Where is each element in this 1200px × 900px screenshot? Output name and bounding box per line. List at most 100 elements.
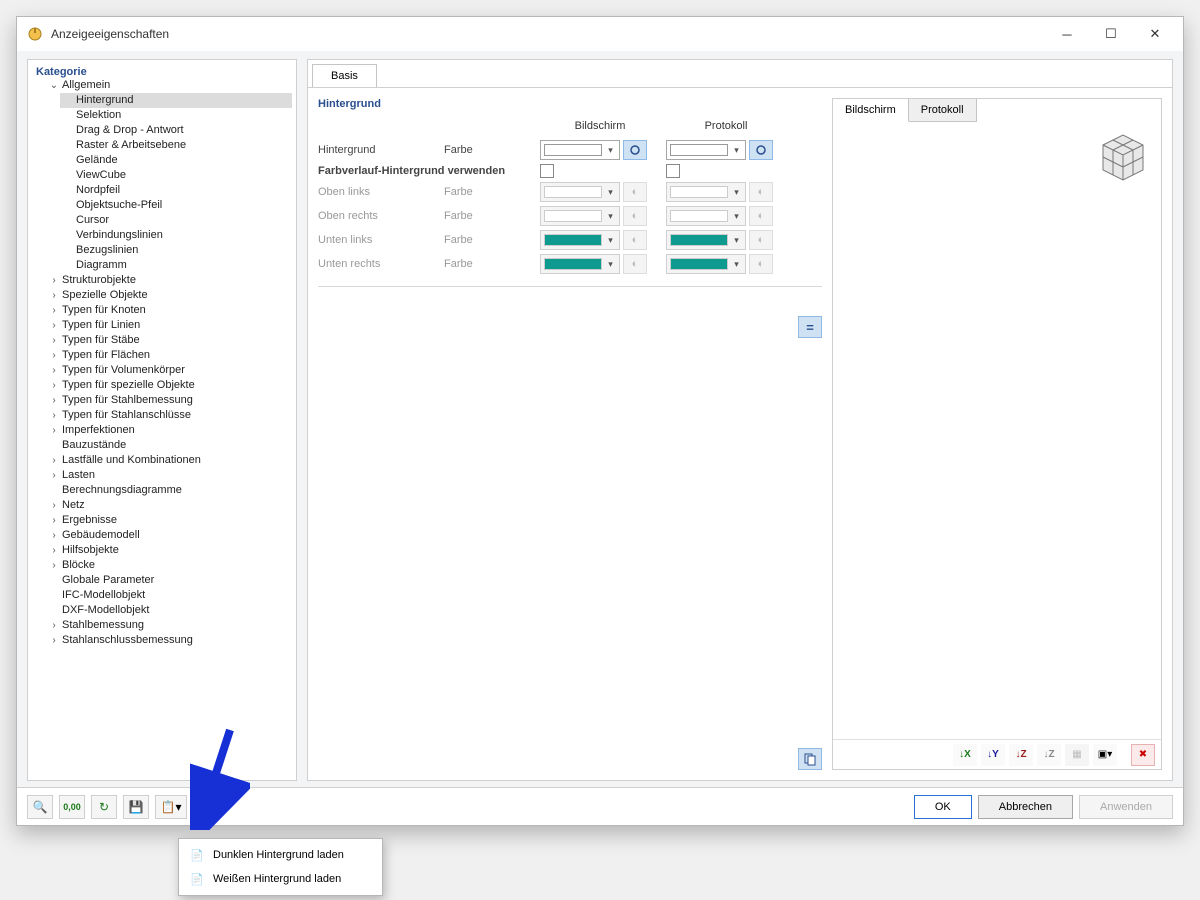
preset-light-item[interactable]: 📄 Weißen Hintergrund laden — [179, 867, 382, 891]
hintergrund-protokoll-color[interactable]: ▾ — [666, 140, 746, 160]
tree-item-allgemein[interactable]: ⌄Allgemein — [46, 78, 292, 93]
tree-item-objektsuche[interactable]: Objektsuche-Pfeil — [60, 198, 292, 213]
row-hintergrund-label: Hintergrund — [318, 144, 438, 156]
tree-item-lastfaelle[interactable]: ›Lastfälle und Kombinationen — [46, 453, 292, 468]
hintergrund-bildschirm-color[interactable]: ▾ — [540, 140, 620, 160]
tree-item-nordpfeil[interactable]: Nordpfeil — [60, 183, 292, 198]
document-icon: 📄 — [189, 847, 205, 863]
minimize-button[interactable]: ─ — [1045, 19, 1089, 49]
tree-item-dxf[interactable]: DXF-Modellobjekt — [46, 603, 292, 618]
tree-item-bloecke[interactable]: ›Blöcke — [46, 558, 292, 573]
titlebar: Anzeigeeigenschaften ─ ☐ ✕ — [17, 17, 1183, 51]
tree-item-typen-flaechen[interactable]: ›Typen für Flächen — [46, 348, 292, 363]
category-tree[interactable]: ⌄Allgemein Hintergrund Selektion Drag & … — [28, 78, 296, 780]
maximize-button[interactable]: ☐ — [1089, 19, 1133, 49]
tree-item-hilfsobjekte[interactable]: ›Hilfsobjekte — [46, 543, 292, 558]
tree-item-typen-volumen[interactable]: ›Typen für Volumenkörper — [46, 363, 292, 378]
farbverlauf-bildschirm-check[interactable] — [540, 164, 554, 178]
tree-item-hintergrund[interactable]: Hintergrund — [60, 93, 292, 108]
tree-item-stahlbemessung[interactable]: ›Stahlbemessung — [46, 618, 292, 633]
tree-item-selektion[interactable]: Selektion — [60, 108, 292, 123]
close-button[interactable]: ✕ — [1133, 19, 1177, 49]
tree-item-cursor[interactable]: Cursor — [60, 213, 292, 228]
unten-rechts-bildschirm-color: ▾ — [540, 254, 620, 274]
dialog-content: Kategorie ⌄Allgemein Hintergrund Selekti… — [17, 51, 1183, 787]
tree-item-viewcube[interactable]: ViewCube — [60, 168, 292, 183]
tree-item-raster[interactable]: Raster & Arbeitsebene — [60, 138, 292, 153]
copy-settings-button[interactable] — [798, 748, 822, 770]
save-tool-icon[interactable]: 💾 — [123, 795, 149, 819]
oben-rechts-protokoll-color: ▾ — [666, 206, 746, 226]
tree-item-verbindungslinien[interactable]: Verbindungslinien — [60, 228, 292, 243]
picker-icon: ◐ — [623, 254, 647, 274]
picker-icon: ◐ — [623, 182, 647, 202]
row-oben-links-label: Oben links — [318, 186, 438, 198]
tree-item-globale-parameter[interactable]: Globale Parameter — [46, 573, 292, 588]
tree-item-imperfektionen[interactable]: ›Imperfektionen — [46, 423, 292, 438]
row-oben-rechts-label: Oben rechts — [318, 210, 438, 222]
preview-canvas[interactable] — [833, 122, 1161, 739]
tree-item-gebaeudemodell[interactable]: ›Gebäudemodell — [46, 528, 292, 543]
preview-tab-bildschirm[interactable]: Bildschirm — [833, 99, 909, 122]
tree-item-spezielle-objekte[interactable]: ›Spezielle Objekte — [46, 288, 292, 303]
view-iso-button[interactable]: ↓Z — [1037, 744, 1061, 766]
farbverlauf-protokoll-check[interactable] — [666, 164, 680, 178]
view-cube-dropdown[interactable]: ▣▾ — [1093, 744, 1117, 766]
tree-item-typen-stahlanschl[interactable]: ›Typen für Stahlanschlüsse — [46, 408, 292, 423]
unten-links-protokoll-color: ▾ — [666, 230, 746, 250]
apply-button[interactable]: Anwenden — [1079, 795, 1173, 819]
window-title: Anzeigeeigenschaften — [51, 27, 1045, 41]
tree-item-typen-staebe[interactable]: ›Typen für Stäbe — [46, 333, 292, 348]
tree-item-stahlanschluss[interactable]: ›Stahlanschlussbemessung — [46, 633, 292, 648]
tree-item-ergebnisse[interactable]: ›Ergebnisse — [46, 513, 292, 528]
tree-item-lasten[interactable]: ›Lasten — [46, 468, 292, 483]
unten-links-bildschirm-color: ▾ — [540, 230, 620, 250]
hintergrund-protokoll-picker-icon[interactable] — [749, 140, 773, 160]
tree-item-diagramm[interactable]: Diagramm — [60, 258, 292, 273]
tree-item-typen-stahlbem[interactable]: ›Typen für Stahlbemessung — [46, 393, 292, 408]
tree-item-gelaende[interactable]: Gelände — [60, 153, 292, 168]
view-reset-button[interactable]: ✖ — [1131, 744, 1155, 766]
ok-button[interactable]: OK — [914, 795, 972, 819]
tree-item-typen-knoten[interactable]: ›Typen für Knoten — [46, 303, 292, 318]
tree-item-typen-linien[interactable]: ›Typen für Linien — [46, 318, 292, 333]
units-tool-icon[interactable]: 0,00 — [59, 795, 85, 819]
tree-item-netz[interactable]: ›Netz — [46, 498, 292, 513]
preview-tab-protokoll[interactable]: Protokoll — [909, 99, 977, 122]
tab-basis[interactable]: Basis — [312, 64, 377, 87]
tree-item-ifc[interactable]: IFC-Modellobjekt — [46, 588, 292, 603]
viewcube-icon[interactable] — [1093, 130, 1153, 185]
unten-rechts-protokoll-color: ▾ — [666, 254, 746, 274]
tree-item-typen-spezielle[interactable]: ›Typen für spezielle Objekte — [46, 378, 292, 393]
tree-item-bezugslinien[interactable]: Bezugslinien — [60, 243, 292, 258]
cancel-button[interactable]: Abbrechen — [978, 795, 1073, 819]
view-x-button[interactable]: ↓X — [953, 744, 977, 766]
oben-rechts-bildschirm-color: ▾ — [540, 206, 620, 226]
hintergrund-bildschirm-picker-icon[interactable] — [623, 140, 647, 160]
search-tool-icon[interactable]: 🔍 — [27, 795, 53, 819]
load-preset-dropdown[interactable]: 📋▾ — [155, 795, 187, 819]
settings-area: Hintergrund Bildschirm Protokoll Hinterg… — [318, 98, 822, 770]
tree-item-dragdrop[interactable]: Drag & Drop - Antwort — [60, 123, 292, 138]
dialog-footer: 🔍 0,00 ↻ 💾 📋▾ OK Abbrechen Anwenden — [17, 787, 1183, 825]
row-unten-rechts-label: Unten rechts — [318, 258, 438, 270]
sync-columns-button[interactable]: = — [798, 316, 822, 338]
view-fit-button[interactable]: ▦ — [1065, 744, 1089, 766]
refresh-tool-icon[interactable]: ↻ — [91, 795, 117, 819]
row-hintergrund-type: Farbe — [444, 144, 534, 156]
picker-icon: ◐ — [749, 182, 773, 202]
picker-icon: ◐ — [749, 230, 773, 250]
section-header: Hintergrund — [318, 98, 822, 110]
tree-item-bauzustaende[interactable]: Bauzustände — [46, 438, 292, 453]
document-icon: 📄 — [189, 871, 205, 887]
view-y-button[interactable]: ↓Y — [981, 744, 1005, 766]
row-farbverlauf-label: Farbverlauf-Hintergrund verwenden — [318, 165, 534, 177]
category-sidebar: Kategorie ⌄Allgemein Hintergrund Selekti… — [27, 59, 297, 781]
preset-dark-item[interactable]: 📄 Dunklen Hintergrund laden — [179, 843, 382, 867]
view-z-button[interactable]: ↓Z — [1009, 744, 1033, 766]
tree-item-strukturobjekte[interactable]: ›Strukturobjekte — [46, 273, 292, 288]
row-unten-links-label: Unten links — [318, 234, 438, 246]
tree-item-berechnungsdiag[interactable]: Berechnungsdiagramme — [46, 483, 292, 498]
divider — [318, 286, 822, 287]
preset-dropdown-menu: 📄 Dunklen Hintergrund laden 📄 Weißen Hin… — [178, 838, 383, 896]
